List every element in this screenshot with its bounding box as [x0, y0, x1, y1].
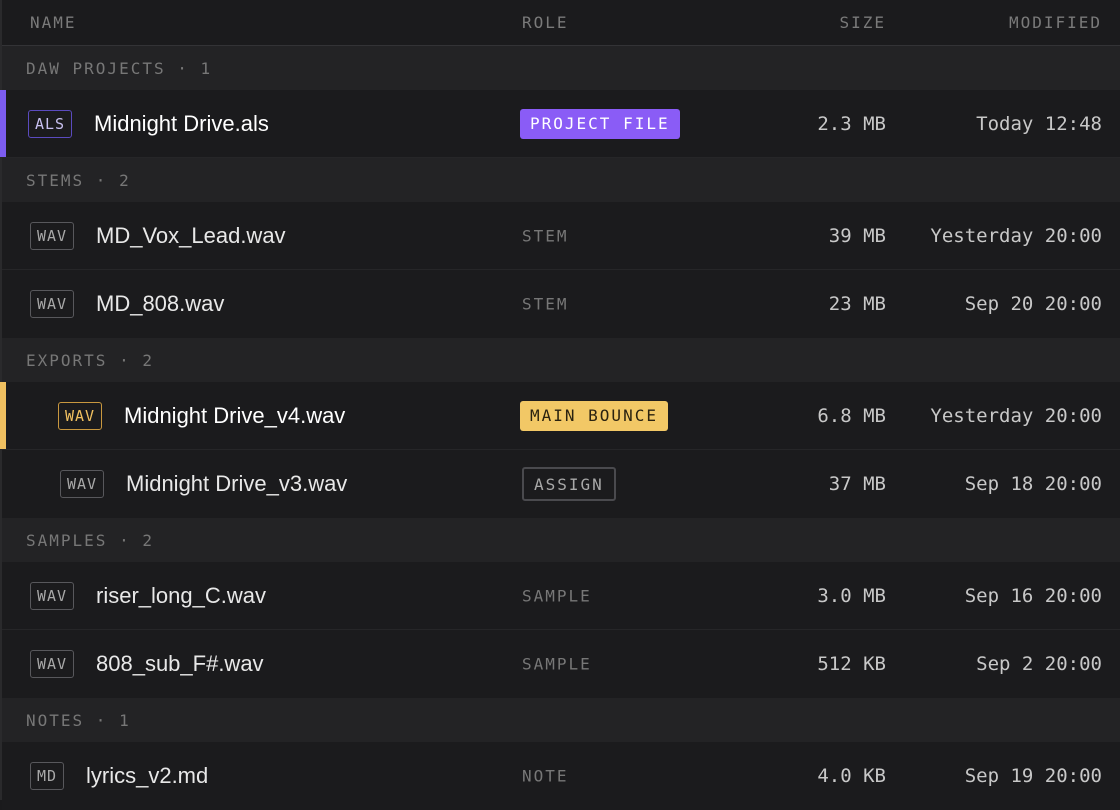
- file-size: 6.8 MB: [817, 404, 886, 427]
- file-modified: Sep 20 20:00: [964, 293, 1102, 315]
- group-label: DAW PROJECTS · 1: [26, 58, 213, 78]
- file-name: MD_Vox_Lead.wav: [96, 222, 286, 248]
- file-size: 4.0 KB: [817, 765, 886, 787]
- file-type-icon: WAV: [30, 221, 75, 250]
- col-header-role[interactable]: ROLE: [522, 13, 569, 32]
- file-size: 39 MB: [828, 224, 886, 247]
- file-modified: Sep 19 20:00: [964, 765, 1102, 787]
- file-modified: Yesterday 20:00: [930, 224, 1102, 247]
- col-header-modified[interactable]: MODIFIED: [1009, 13, 1102, 32]
- file-modified: Sep 16 20:00: [964, 584, 1102, 607]
- table-row[interactable]: WAV MD_808.wav STEM 23 MB Sep 20 20:00: [2, 270, 1120, 338]
- role-badge: MAIN BOUNCE: [520, 400, 668, 431]
- file-type-icon: WAV: [30, 290, 75, 318]
- table-row[interactable]: ALS Midnight Drive.als PROJECT FILE 2.3 …: [0, 90, 1120, 158]
- col-header-name[interactable]: NAME: [30, 13, 77, 32]
- file-name: lyrics_v2.md: [86, 763, 209, 788]
- group-exports[interactable]: EXPORTS · 2: [2, 338, 1120, 382]
- file-modified: Sep 18 20:00: [964, 473, 1102, 495]
- table-row[interactable]: WAV Midnight Drive_v3.wav ASSIGN 37 MB S…: [2, 450, 1120, 518]
- group-stems[interactable]: STEMS · 2: [2, 158, 1120, 202]
- table-row[interactable]: WAV MD_Vox_Lead.wav STEM 39 MB Yesterday…: [2, 202, 1120, 270]
- role-badge: PROJECT FILE: [520, 108, 680, 139]
- file-name: Midnight Drive_v4.wav: [124, 402, 346, 428]
- file-size: 3.0 MB: [817, 584, 886, 607]
- role-label: NOTE: [522, 766, 569, 786]
- file-name: MD_808.wav: [96, 291, 225, 316]
- file-type-icon: ALS: [28, 109, 73, 138]
- file-type-icon: WAV: [30, 581, 75, 610]
- file-modified: Today 12:48: [976, 112, 1102, 135]
- assign-button[interactable]: ASSIGN: [522, 467, 616, 501]
- file-modified: Yesterday 20:00: [930, 404, 1102, 427]
- file-type-icon: MD: [30, 762, 65, 790]
- role-label: STEM: [522, 294, 569, 314]
- file-name: Midnight Drive_v3.wav: [126, 471, 348, 496]
- file-table: NAME ROLE SIZE MODIFIED DAW PROJECTS · 1…: [0, 0, 1120, 810]
- file-type-icon: WAV: [30, 650, 75, 678]
- table-row[interactable]: WAV Midnight Drive_v4.wav MAIN BOUNCE 6.…: [0, 382, 1120, 450]
- table-row[interactable]: WAV riser_long_C.wav SAMPLE 3.0 MB Sep 1…: [2, 562, 1120, 630]
- file-size: 2.3 MB: [817, 112, 886, 135]
- table-header: NAME ROLE SIZE MODIFIED: [2, 0, 1120, 46]
- table-row[interactable]: WAV 808_sub_F#.wav SAMPLE 512 KB Sep 2 2…: [2, 630, 1120, 698]
- file-name: 808_sub_F#.wav: [96, 651, 264, 676]
- file-modified: Sep 2 20:00: [976, 653, 1102, 675]
- role-label: SAMPLE: [522, 654, 592, 674]
- file-name: Midnight Drive.als: [94, 110, 269, 136]
- file-size: 23 MB: [828, 293, 886, 315]
- file-type-icon: WAV: [60, 470, 105, 498]
- role-label: STEM: [522, 226, 569, 245]
- file-name: riser_long_C.wav: [96, 582, 266, 608]
- group-label: NOTES · 1: [26, 710, 131, 730]
- role-label: SAMPLE: [522, 586, 592, 605]
- group-label: STEMS · 2: [26, 170, 131, 190]
- file-size: 37 MB: [828, 473, 886, 495]
- group-label: SAMPLES · 2: [26, 530, 154, 550]
- group-label: EXPORTS · 2: [26, 350, 154, 370]
- col-header-size[interactable]: SIZE: [839, 13, 886, 32]
- group-daw-projects[interactable]: DAW PROJECTS · 1: [2, 46, 1120, 90]
- group-samples[interactable]: SAMPLES · 2: [2, 518, 1120, 562]
- file-type-icon: WAV: [58, 401, 103, 430]
- file-size: 512 KB: [817, 653, 886, 675]
- group-notes[interactable]: NOTES · 1: [2, 698, 1120, 742]
